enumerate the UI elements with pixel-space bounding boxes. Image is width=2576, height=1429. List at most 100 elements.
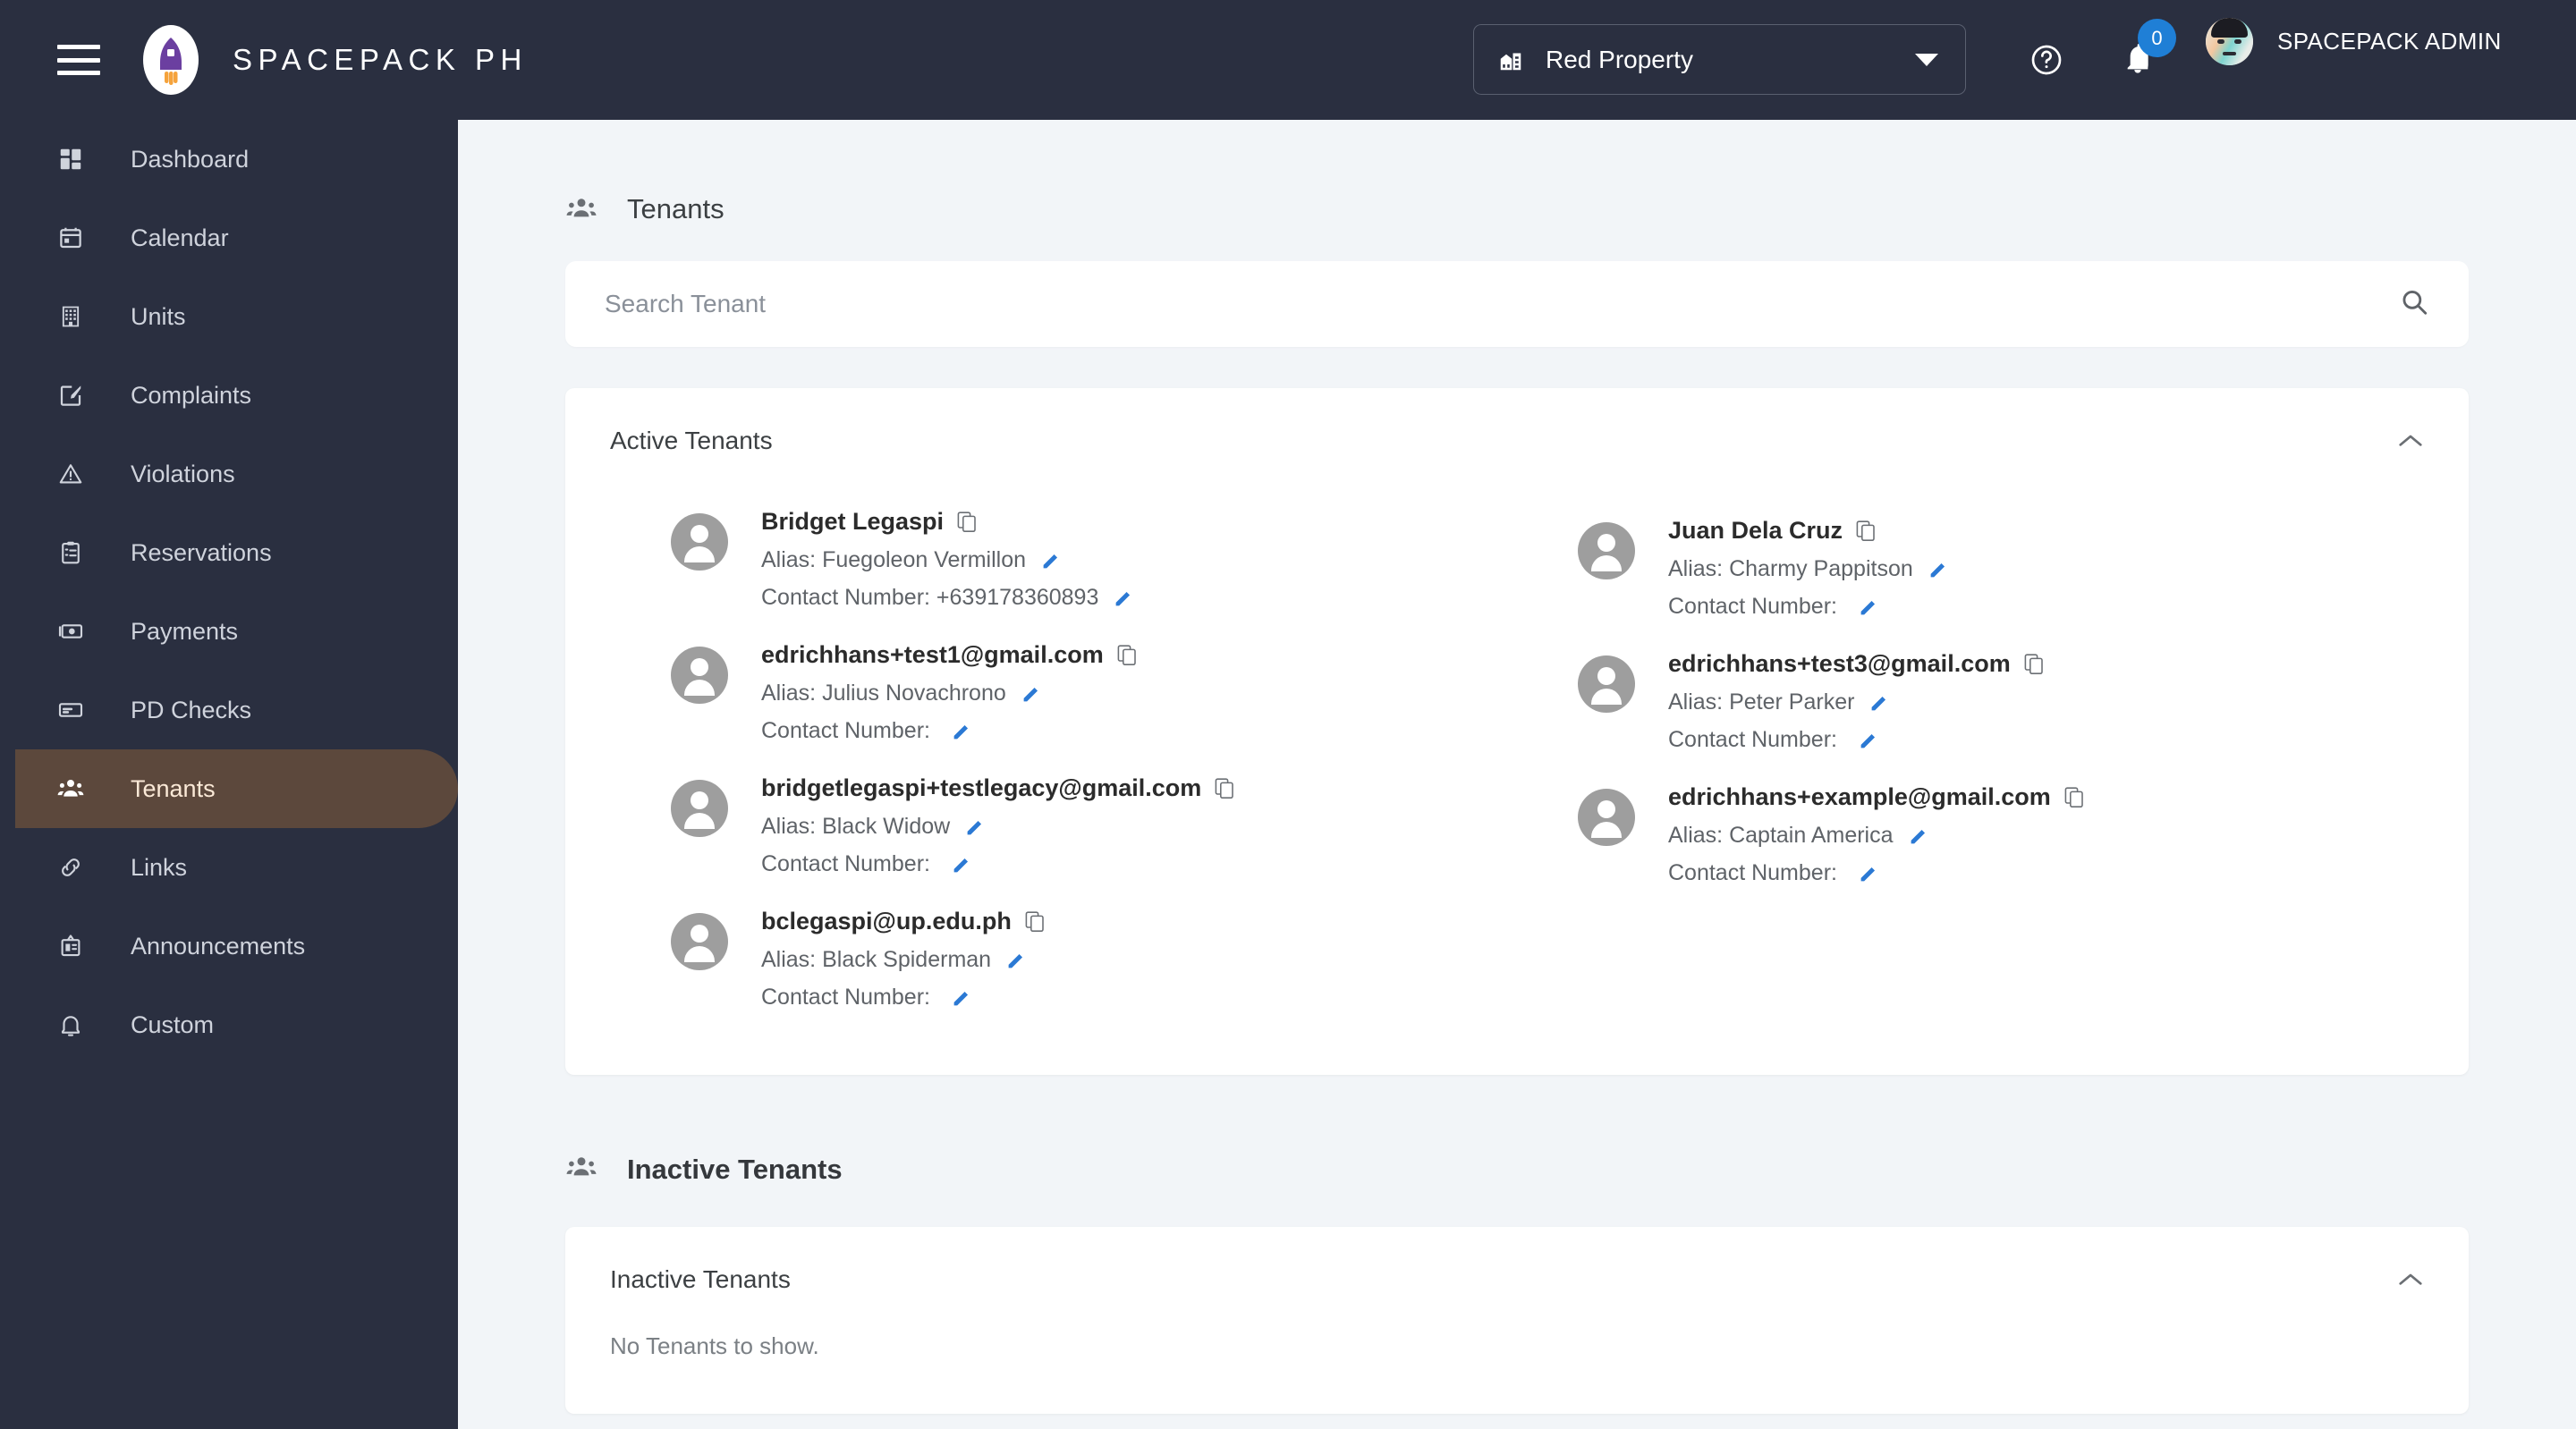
avatar <box>671 780 728 837</box>
people-icon <box>50 774 91 803</box>
sidebar-item-label: Complaints <box>131 381 252 409</box>
property-selector-value: Red Property <box>1546 45 1693 73</box>
tenant-row[interactable]: edrichhans+example@gmail.com Alias: Capt… <box>1517 769 2424 902</box>
tenant-alias-label: Alias: <box>761 681 817 706</box>
pencil-icon[interactable] <box>952 855 971 875</box>
pencil-icon[interactable] <box>952 722 971 741</box>
sidebar-item-tenants[interactable]: Tenants <box>15 749 458 828</box>
sidebar: Dashboard Calendar Units Complaints Viol… <box>0 120 458 1429</box>
sidebar-item-label: Tenants <box>131 774 216 802</box>
link-icon <box>50 854 91 881</box>
sidebar-item-units[interactable]: Units <box>0 277 458 356</box>
copy-icon[interactable] <box>2064 786 2084 808</box>
user-menu[interactable]: SPACEPACK ADMIN <box>2206 18 2502 65</box>
copy-icon[interactable] <box>1215 777 1234 799</box>
building-grid-icon <box>50 304 91 329</box>
sidebar-item-complaints[interactable]: Complaints <box>0 356 458 435</box>
pencil-icon[interactable] <box>1114 588 1133 608</box>
pencil-icon[interactable] <box>1909 826 1928 846</box>
tenant-alias-label: Alias: <box>761 547 817 572</box>
inactive-tenants-heading: Inactive Tenants <box>627 1154 843 1185</box>
property-selector[interactable]: Red Property <box>1473 24 1966 95</box>
page-title: Tenants <box>627 193 724 224</box>
pencil-icon[interactable] <box>1859 731 1878 750</box>
calendar-icon <box>50 224 91 251</box>
copy-icon[interactable] <box>1117 644 1137 666</box>
active-tenants-card-header[interactable]: Active Tenants <box>565 388 2469 494</box>
tenant-contact-label: Contact Number: <box>1668 594 1837 619</box>
search-icon[interactable] <box>2399 287 2429 322</box>
sidebar-item-calendar[interactable]: Calendar <box>0 199 458 277</box>
sidebar-item-label: PD Checks <box>131 696 252 723</box>
sidebar-item-label: Dashboard <box>131 145 250 173</box>
inactive-tenants-card-header[interactable]: Inactive Tenants <box>565 1227 2469 1332</box>
avatar <box>671 913 728 970</box>
tenant-alias-label: Alias: <box>761 947 817 972</box>
sidebar-item-announcements[interactable]: Announcements <box>0 907 458 985</box>
pencil-icon[interactable] <box>1869 693 1889 713</box>
building-icon <box>1497 47 1524 73</box>
tenant-contact-label: Contact Number: <box>1668 860 1837 885</box>
tenant-contact-label: Contact Number: <box>761 851 930 876</box>
tenant-row[interactable]: bclegaspi@up.edu.ph Alias: Black Spiderm… <box>610 893 1517 1027</box>
pencil-icon[interactable] <box>1928 560 1948 579</box>
inactive-tenants-empty-text: No Tenants to show. <box>610 1332 819 1359</box>
avatar <box>1578 522 1635 579</box>
avatar <box>671 647 728 704</box>
copy-icon[interactable] <box>2024 653 2044 675</box>
sidebar-item-dashboard[interactable]: Dashboard <box>0 120 458 199</box>
search-bar[interactable] <box>565 261 2469 347</box>
page-title-row: Tenants <box>565 193 2576 225</box>
brand-title: SPACEPACK PH <box>233 43 528 76</box>
copy-icon[interactable] <box>1025 910 1045 933</box>
sidebar-item-label: Reservations <box>131 538 272 566</box>
copy-icon[interactable] <box>1856 520 1876 542</box>
search-input[interactable] <box>605 290 2304 318</box>
money-icon <box>50 617 91 646</box>
pencil-icon[interactable] <box>1006 951 1026 970</box>
tenant-row[interactable]: Bridget Legaspi Alias: Fuegoleon Vermill… <box>610 494 1517 627</box>
people-icon <box>565 1154 597 1186</box>
tenant-alias-label: Alias: <box>1668 556 1724 581</box>
hamburger-icon[interactable] <box>57 45 100 75</box>
rocket-logo-icon <box>143 25 199 95</box>
pencil-icon[interactable] <box>1041 551 1061 571</box>
tenant-name: bridgetlegaspi+testlegacy@gmail.com <box>761 774 1202 801</box>
copy-icon[interactable] <box>957 511 977 533</box>
chevron-down-icon[interactable] <box>1915 53 1938 66</box>
help-circle-icon[interactable] <box>2029 42 2064 82</box>
sidebar-item-reservations[interactable]: Reservations <box>0 513 458 592</box>
sidebar-item-pd-checks[interactable]: PD Checks <box>0 671 458 749</box>
tenant-alias-label: Alias: <box>1668 689 1724 714</box>
note-edit-icon <box>50 382 91 409</box>
tenant-name: bclegaspi@up.edu.ph <box>761 908 1012 934</box>
active-tenants-right-column: Juan Dela Cruz Alias: Charmy Pappitson C… <box>1517 494 2424 1027</box>
tenant-alias: Black Widow <box>822 814 951 839</box>
pencil-icon[interactable] <box>952 988 971 1008</box>
tenant-row[interactable]: Juan Dela Cruz Alias: Charmy Pappitson C… <box>1517 503 2424 636</box>
sidebar-item-violations[interactable]: Violations <box>0 435 458 513</box>
chevron-up-icon[interactable] <box>2397 432 2424 450</box>
pencil-icon[interactable] <box>1859 597 1878 617</box>
chevron-up-icon[interactable] <box>2397 1271 2424 1289</box>
active-tenants-grid: Bridget Legaspi Alias: Fuegoleon Vermill… <box>565 494 2469 1075</box>
sidebar-item-payments[interactable]: Payments <box>0 592 458 671</box>
inactive-tenants-card: Inactive Tenants No Tenants to show. <box>565 1227 2469 1414</box>
avatar <box>2206 18 2253 65</box>
top-bar: SPACEPACK PH Red Property 0 SPACEPACK AD… <box>0 0 2576 120</box>
tenant-row[interactable]: bridgetlegaspi+testlegacy@gmail.com Alia… <box>610 760 1517 893</box>
avatar <box>1578 789 1635 846</box>
sidebar-item-links[interactable]: Links <box>0 828 458 907</box>
avatar <box>671 513 728 571</box>
sidebar-item-label: Units <box>131 302 186 330</box>
tenant-row[interactable]: edrichhans+test3@gmail.com Alias: Peter … <box>1517 636 2424 769</box>
tenant-alias: Charmy Pappitson <box>1729 556 1913 581</box>
tenant-row[interactable]: edrichhans+test1@gmail.com Alias: Julius… <box>610 627 1517 760</box>
sidebar-item-label: Custom <box>131 1010 215 1038</box>
avatar <box>1578 655 1635 713</box>
notifications-button[interactable]: 0 <box>2120 19 2176 81</box>
pencil-icon[interactable] <box>1859 864 1878 884</box>
pencil-icon[interactable] <box>1021 684 1041 704</box>
sidebar-item-custom[interactable]: Custom <box>0 985 458 1064</box>
pencil-icon[interactable] <box>965 817 985 837</box>
